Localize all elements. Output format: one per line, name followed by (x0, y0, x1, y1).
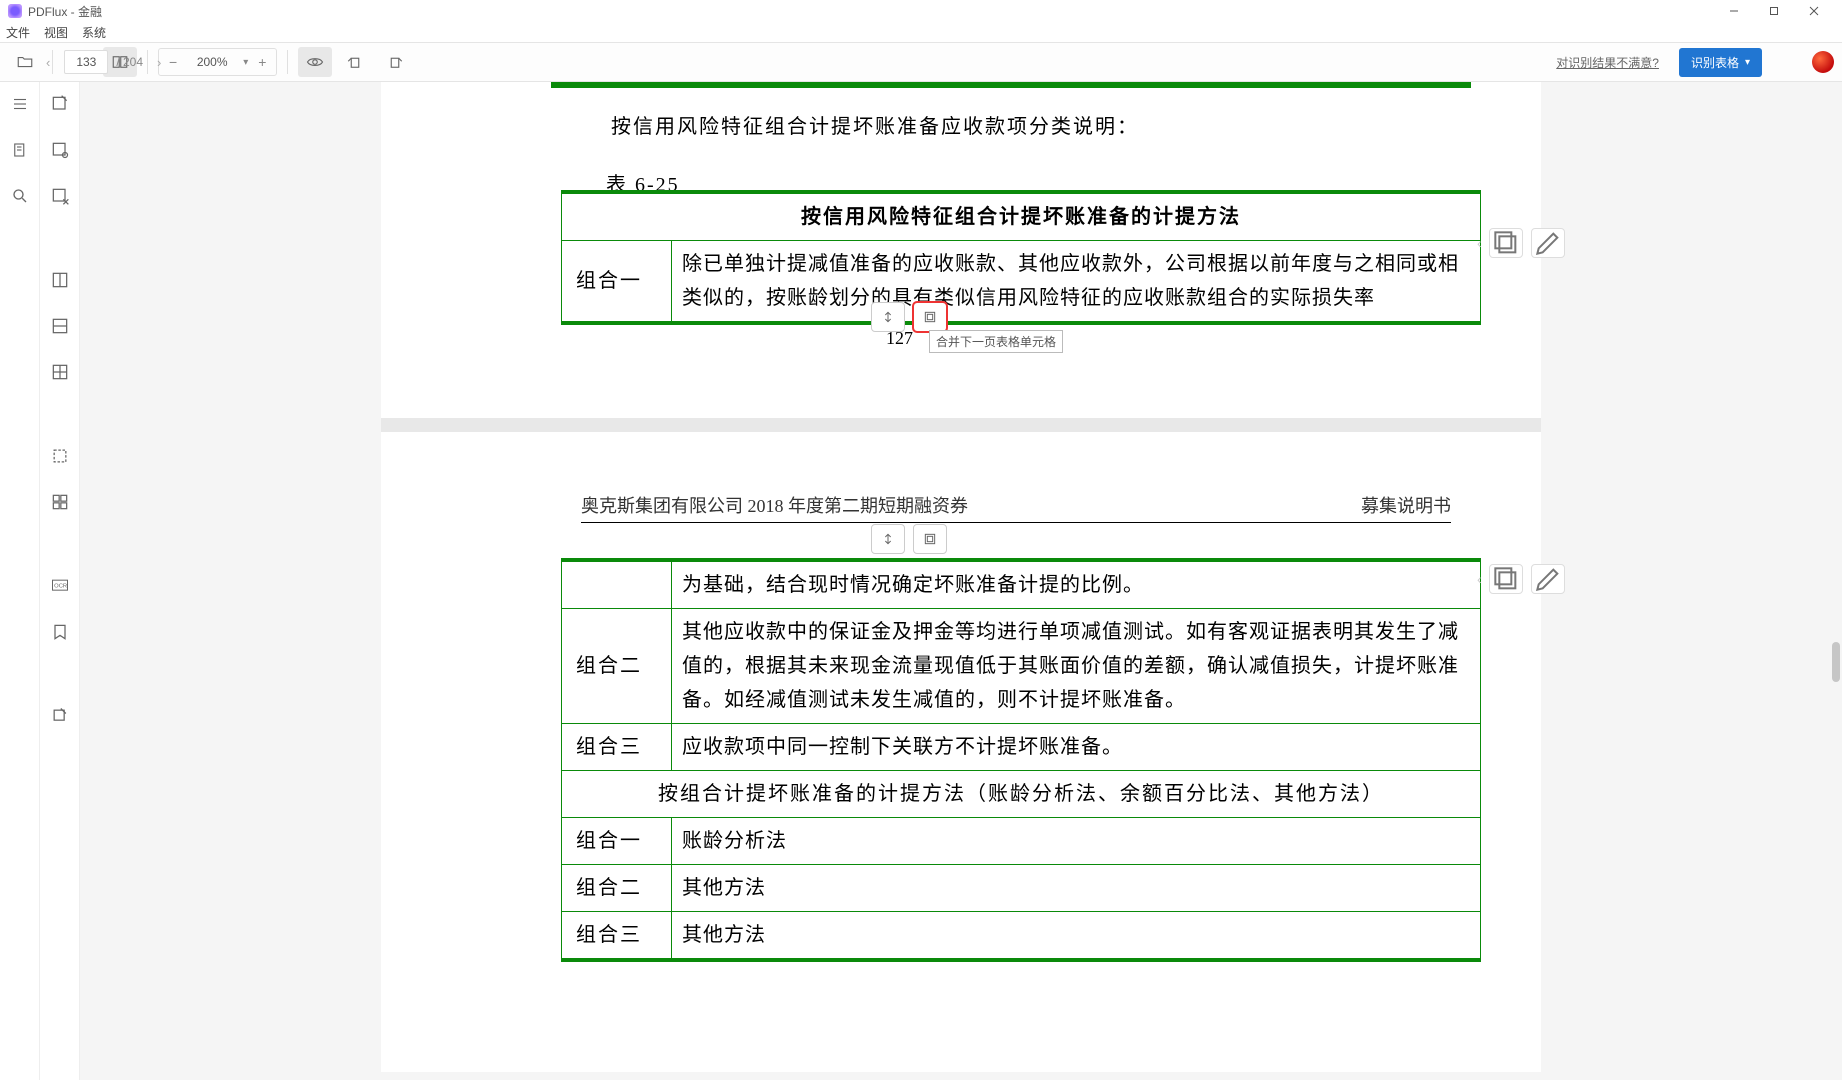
table-side-actions: ‹ (1489, 228, 1565, 258)
rotate-right-button[interactable] (378, 47, 412, 77)
copy-table-button[interactable] (1489, 228, 1523, 258)
open-file-button[interactable] (8, 47, 42, 77)
split-cell-button[interactable] (46, 358, 74, 386)
table-row-content: 应收款项中同一控制下关联方不计提坏账准备。 (672, 724, 1481, 771)
header-left-text: 奥克斯集团有限公司 2018 年度第二期短期融资券 (581, 492, 968, 518)
table-6-25-top[interactable]: 按信用风险特征组合计提坏账准备的计提方法 组合一 除已单独计提减值准备的应收账款… (561, 190, 1481, 325)
tool-column: OCR (40, 82, 80, 1080)
svg-text:OCR: OCR (54, 584, 67, 590)
app-title: PDFlux - 金融 (28, 3, 102, 20)
page-total-label: / 204 (116, 55, 143, 69)
table-row-content: 其他方法 (672, 865, 1481, 912)
table-row-label (562, 560, 672, 609)
page-navigator: ‹ / 204 › (40, 50, 167, 74)
prev-page-button[interactable]: ‹ (40, 55, 56, 70)
window-close-button[interactable] (1794, 1, 1834, 21)
grid-tool-button[interactable] (46, 488, 74, 516)
zoom-out-button[interactable]: − (165, 54, 181, 70)
table-header-row: 按信用风险特征组合计提坏账准备的计提方法 (562, 192, 1481, 241)
separator (287, 50, 288, 74)
split-row-button[interactable] (46, 312, 74, 340)
workspace: OCR 按信用风险特征组合计提坏账准备应收款项分类说明： 表 6-25 按信用风… (0, 82, 1842, 1080)
edit-table-button[interactable] (1531, 564, 1565, 594)
table-row-label: 组合三 (562, 724, 672, 771)
ocr-button[interactable]: OCR (46, 572, 74, 600)
menu-view[interactable]: 视图 (44, 24, 68, 41)
add-region-button[interactable] (46, 90, 74, 118)
merge-up-button[interactable] (871, 524, 905, 554)
collapse-chevron-icon[interactable]: ‹ (1477, 235, 1482, 251)
table-row-label: 组合二 (562, 865, 672, 912)
menu-system[interactable]: 系统 (82, 24, 106, 41)
zoom-dropdown-chevron[interactable]: ▾ (243, 57, 248, 68)
table-border-fragment (551, 82, 1471, 88)
pdf-page-134: 奥克斯集团有限公司 2018 年度第二期短期融资券 募集说明书 为基础，结合现时… (381, 432, 1541, 1072)
header-right-text: 募集说明书 (1361, 492, 1451, 518)
edit-table-button[interactable] (1531, 228, 1565, 258)
split-column-button[interactable] (46, 266, 74, 294)
rotate-left-button[interactable] (338, 47, 372, 77)
intro-paragraph: 按信用风险特征组合计提坏账准备应收款项分类说明： (611, 110, 1139, 139)
merge-next-page-button[interactable] (913, 302, 947, 332)
table-row-content: 除已单独计提减值准备的应收账款、其他应收款外，公司根据以前年度与之相同或相类似的… (672, 241, 1481, 324)
zoom-in-button[interactable]: + (254, 54, 270, 70)
pdf-page-133: 按信用风险特征组合计提坏账准备应收款项分类说明： 表 6-25 按信用风险特征组… (381, 82, 1541, 418)
collapse-chevron-icon[interactable]: ‹ (1477, 571, 1482, 587)
export-button[interactable] (46, 702, 74, 730)
table-row-content: 为基础，结合现时情况确定坏账准备计提的比例。 (672, 560, 1481, 609)
table-side-actions: ‹ (1489, 564, 1565, 594)
chevron-down-icon: ▾ (1745, 57, 1750, 68)
table-row-content: 其他应收款中的保证金及押金等均进行单项减值测试。如有客观证据表明其发生了减值的，… (672, 609, 1481, 724)
table-row-label: 组合二 (562, 609, 672, 724)
window-maximize-button[interactable] (1754, 1, 1794, 21)
window-minimize-button[interactable] (1714, 1, 1754, 21)
window-titlebar: PDFlux - 金融 (0, 0, 1842, 22)
page-number-input[interactable] (64, 50, 108, 74)
thumbnails-panel-button[interactable] (8, 138, 32, 162)
menu-file[interactable]: 文件 (6, 24, 30, 41)
select-cell-button[interactable] (46, 442, 74, 470)
menu-bar: 文件 视图 系统 (0, 22, 1842, 42)
table-section-header: 按组合计提坏账准备的计提方法（账龄分析法、余额百分比法、其他方法） (562, 771, 1481, 818)
table-row-label: 组合一 (562, 241, 672, 324)
table-row-content: 其他方法 (672, 912, 1481, 961)
table-row-content: 账龄分析法 (672, 818, 1481, 865)
detect-region-button[interactable] (46, 136, 74, 164)
merge-next-page-button[interactable] (913, 524, 947, 554)
feedback-link[interactable]: 对识别结果不满意? (1556, 54, 1659, 71)
main-toolbar: − 200% ▾ + ‹ / 204 › 对识别结果不满意? 识别表格 ▾ (0, 42, 1842, 82)
recognize-table-button[interactable]: 识别表格 ▾ (1679, 48, 1762, 77)
merge-tooltip: 合并下一页表格单元格 (929, 330, 1063, 353)
page-footer-number: 127 (886, 328, 913, 349)
zoom-control: − 200% ▾ + (158, 48, 277, 76)
outline-panel-button[interactable] (8, 92, 32, 116)
search-button[interactable] (8, 184, 32, 208)
table-merge-toolbar-2 (871, 524, 947, 554)
preview-toggle-button[interactable] (298, 47, 332, 77)
table-row-label: 组合一 (562, 818, 672, 865)
document-canvas[interactable]: 按信用风险特征组合计提坏账准备应收款项分类说明： 表 6-25 按信用风险特征组… (80, 82, 1842, 1080)
left-rail (0, 82, 40, 1080)
app-icon (8, 4, 22, 18)
page-gap (381, 418, 1541, 432)
next-page-button[interactable]: › (151, 55, 167, 70)
user-avatar[interactable] (1812, 51, 1834, 73)
zoom-value[interactable]: 200% (187, 55, 237, 69)
bookmark-button[interactable] (46, 618, 74, 646)
copy-table-button[interactable] (1489, 564, 1523, 594)
separator (147, 50, 148, 74)
scrollbar-thumb[interactable] (1832, 642, 1840, 682)
delete-region-button[interactable] (46, 182, 74, 210)
table-row-label: 组合三 (562, 912, 672, 961)
recognize-table-label: 识别表格 (1691, 54, 1739, 71)
table-6-25-continued[interactable]: 为基础，结合现时情况确定坏账准备计提的比例。 组合二 其他应收款中的保证金及押金… (561, 558, 1481, 962)
page-running-header: 奥克斯集团有限公司 2018 年度第二期短期融资券 募集说明书 (581, 492, 1451, 523)
